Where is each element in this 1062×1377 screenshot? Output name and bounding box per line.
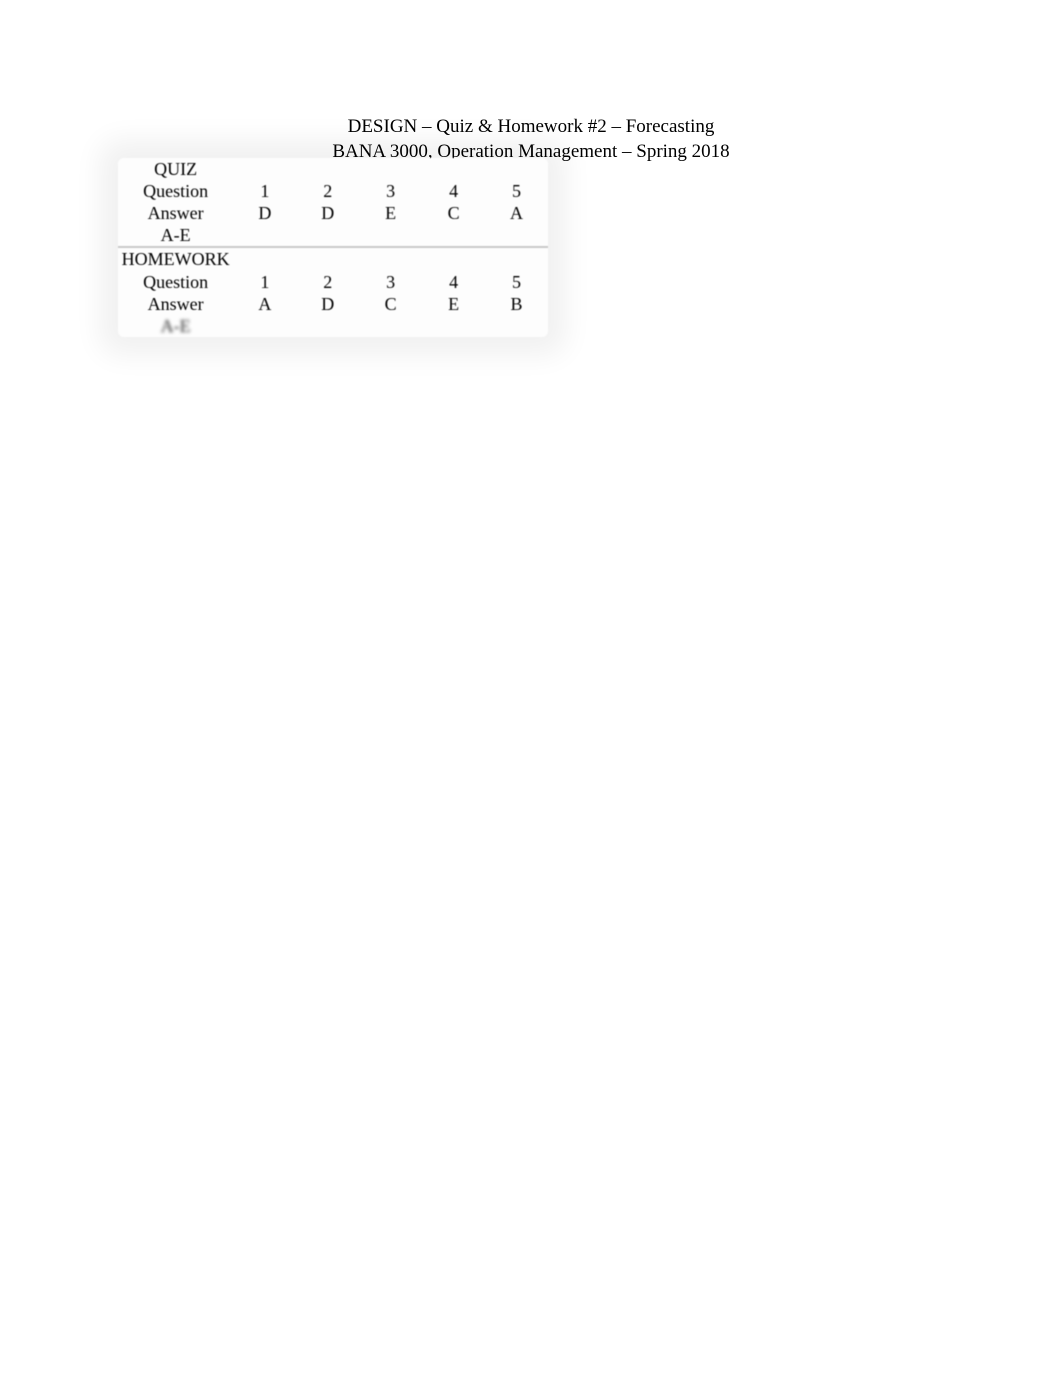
quiz-answer-row: Answer D D E C A: [118, 202, 548, 224]
quiz-scale-row: A-E: [118, 224, 548, 247]
quiz-question-row: Question 1 2 3 4 5: [118, 180, 548, 202]
quiz-answer-3: E: [359, 202, 422, 224]
homework-question-label: Question: [118, 271, 233, 293]
homework-answer-3: C: [359, 293, 422, 315]
homework-question-4: 4: [422, 271, 485, 293]
homework-question-2: 2: [296, 271, 359, 293]
quiz-question-2: 2: [296, 180, 359, 202]
homework-answer-4: E: [422, 293, 485, 315]
quiz-title: QUIZ: [118, 158, 233, 180]
quiz-question-5: 5: [485, 180, 548, 202]
homework-answer-5: B: [485, 293, 548, 315]
quiz-answer-2: D: [296, 202, 359, 224]
homework-answer-2: D: [296, 293, 359, 315]
quiz-question-label: Question: [118, 180, 233, 202]
quiz-answer-1: D: [233, 202, 296, 224]
answer-table: QUIZ Question 1 2 3 4 5 Answer D D E C A…: [118, 158, 548, 337]
homework-scale-label: A-E: [118, 315, 233, 337]
homework-title: HOMEWORK: [118, 247, 233, 271]
title-line-1: DESIGN – Quiz & Homework #2 – Forecastin…: [0, 115, 1062, 140]
quiz-scale-label: A-E: [118, 224, 233, 247]
quiz-answer-5: A: [485, 202, 548, 224]
quiz-answer-4: C: [422, 202, 485, 224]
homework-title-row: HOMEWORK: [118, 247, 548, 271]
quiz-question-3: 3: [359, 180, 422, 202]
homework-scale-row: A-E: [118, 315, 548, 337]
quiz-title-row: QUIZ: [118, 158, 548, 180]
document-header: DESIGN – Quiz & Homework #2 – Forecastin…: [0, 0, 1062, 164]
quiz-question-4: 4: [422, 180, 485, 202]
quiz-answer-label: Answer: [118, 202, 233, 224]
homework-question-3: 3: [359, 271, 422, 293]
homework-answer-row: Answer A D C E B: [118, 293, 548, 315]
homework-question-row: Question 1 2 3 4 5: [118, 271, 548, 293]
homework-question-1: 1: [233, 271, 296, 293]
homework-answer-label: Answer: [118, 293, 233, 315]
answer-table-container: QUIZ Question 1 2 3 4 5 Answer D D E C A…: [118, 158, 548, 337]
homework-answer-1: A: [233, 293, 296, 315]
homework-question-5: 5: [485, 271, 548, 293]
quiz-question-1: 1: [233, 180, 296, 202]
